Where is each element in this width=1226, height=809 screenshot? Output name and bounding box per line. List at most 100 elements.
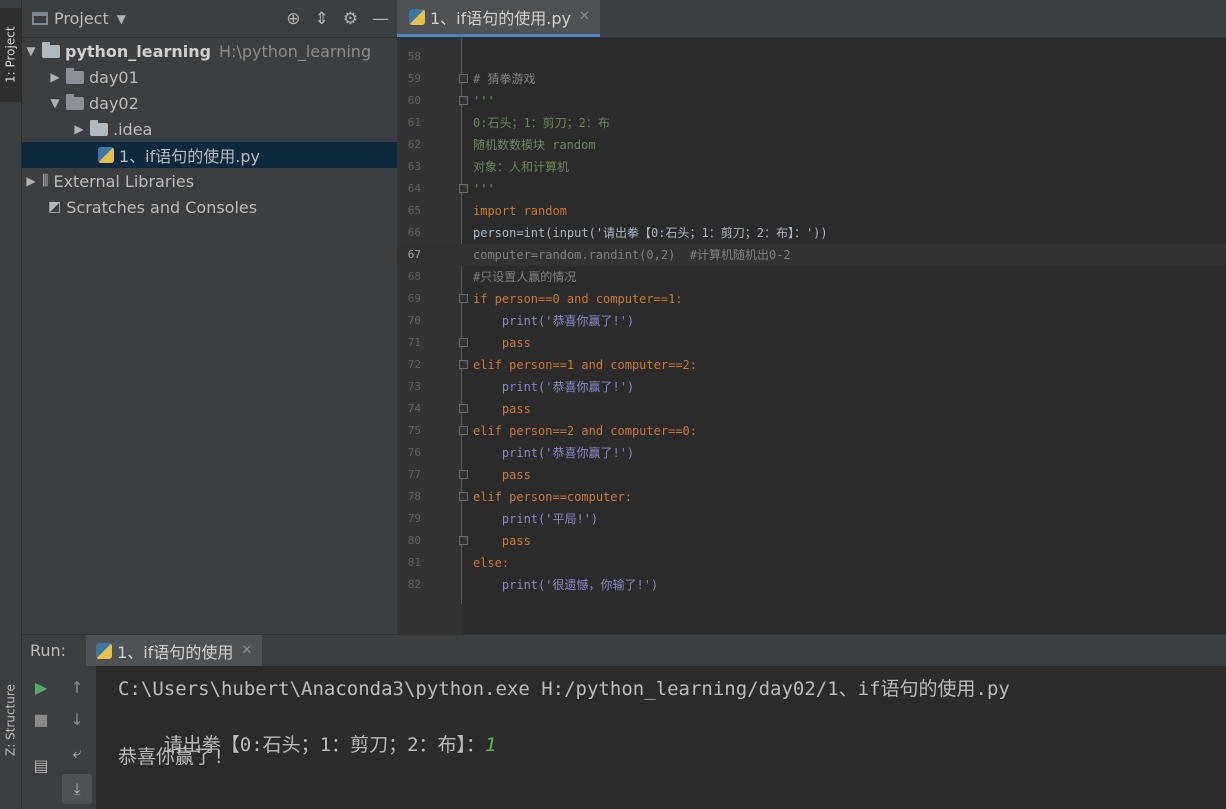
code-text: pass	[473, 468, 531, 482]
code-text: '''	[473, 94, 495, 108]
scroll-to-end-icon[interactable]: ⤓	[62, 774, 92, 804]
line-number: 72	[407, 358, 421, 371]
code-line[interactable]: 81 else:	[397, 552, 1226, 574]
tree-item-idea[interactable]: ▶ .idea	[22, 116, 397, 142]
minimize-icon[interactable]: —	[372, 9, 389, 29]
tree-item-if-file[interactable]: 1、if语句的使用.py	[22, 142, 397, 168]
library-icon: ⫼	[42, 173, 49, 189]
editor-tab-if-file[interactable]: 1、if语句的使用.py ✕	[397, 0, 600, 37]
fold-marker-icon[interactable]	[459, 536, 468, 545]
fold-marker-icon[interactable]	[459, 184, 468, 193]
tree-item-label: External Libraries	[53, 171, 195, 191]
code-text: print('平局!')	[473, 512, 599, 526]
chevron-down-icon[interactable]: ▼	[48, 96, 62, 110]
layout-icon[interactable]: ▤	[28, 752, 54, 778]
folder-icon	[42, 41, 60, 58]
line-number: 76	[407, 446, 421, 459]
tree-item-scratches[interactable]: ◩ Scratches and Consoles	[22, 194, 397, 220]
stop-icon[interactable]: ■	[28, 706, 54, 732]
close-icon[interactable]: ✕	[241, 643, 252, 658]
code-line[interactable]: 69 if person==0 and computer==1:	[397, 288, 1226, 310]
code-line[interactable]: 73 print('恭喜你赢了!')	[397, 376, 1226, 398]
fold-marker-icon[interactable]	[459, 74, 468, 83]
code-line[interactable]: 77 pass	[397, 464, 1226, 486]
line-number: 62	[407, 138, 421, 151]
tree-item-day01[interactable]: ▶ day01	[22, 64, 397, 90]
fold-marker-icon[interactable]	[459, 426, 468, 435]
code-line[interactable]: 67 computer=random.randint(0,2) #计算机随机出0-…	[397, 244, 1226, 266]
project-panel-title[interactable]: Project	[54, 9, 109, 28]
code-line[interactable]: 58	[397, 46, 1226, 68]
code-line[interactable]: 64 '''	[397, 178, 1226, 200]
fold-marker-icon[interactable]	[459, 470, 468, 479]
code-line[interactable]: 79 print('平局!')	[397, 508, 1226, 530]
tree-item-external-libraries[interactable]: ▶ ⫼ External Libraries	[22, 168, 397, 194]
code-text: # 猜拳游戏	[473, 72, 536, 86]
code-line[interactable]: 78 elif person==computer:	[397, 486, 1226, 508]
code-line[interactable]: 63 对象：人和计算机	[397, 156, 1226, 178]
code-text: pass	[473, 534, 531, 548]
code-line[interactable]: 60 '''	[397, 90, 1226, 112]
line-number: 79	[407, 512, 421, 525]
code-line[interactable]: 71 pass	[397, 332, 1226, 354]
chevron-right-icon[interactable]: ▶	[24, 174, 38, 188]
chevron-right-icon[interactable]: ▶	[48, 70, 62, 84]
locate-icon[interactable]: ⊕	[286, 9, 300, 29]
code-line[interactable]: 62 随机数数模块 random	[397, 134, 1226, 156]
tree-item-label: python_learning	[65, 41, 212, 61]
fold-marker-icon[interactable]	[459, 96, 468, 105]
tree-item-day02[interactable]: ▼ day02	[22, 90, 397, 116]
fold-marker-icon[interactable]	[459, 492, 468, 501]
code-line[interactable]: 59 # 猜拳游戏	[397, 68, 1226, 90]
scratches-icon: ◩	[48, 199, 62, 215]
arrow-up-icon[interactable]: ↑	[64, 674, 90, 700]
fold-marker-icon[interactable]	[459, 294, 468, 303]
console-command-line: C:\Users\hubert\Anaconda3\python.exe H:/…	[118, 678, 1010, 700]
run-console[interactable]: C:\Users\hubert\Anaconda3\python.exe H:/…	[96, 666, 1226, 809]
gear-icon[interactable]: ⚙	[343, 9, 358, 29]
fold-marker-icon[interactable]	[459, 338, 468, 347]
tree-item-label: day01	[89, 67, 139, 87]
code-line[interactable]: 74 pass	[397, 398, 1226, 420]
run-tab[interactable]: 1、if语句的使用 ✕	[86, 634, 263, 667]
code-area[interactable]: 57 58 59 # 猜拳游戏 60 ''' 61 0:石头；1：剪刀；2：布 62 随机数数模块…	[397, 38, 1226, 634]
chevron-down-icon[interactable]: ▼	[117, 12, 126, 26]
code-text: print('恭喜你赢了!')	[473, 380, 635, 394]
line-number: 68	[407, 270, 421, 283]
folder-icon	[90, 119, 108, 136]
chevron-down-icon[interactable]: ▼	[24, 44, 38, 58]
chevron-right-icon[interactable]: ▶	[72, 122, 86, 136]
code-line[interactable]: 72 elif person==1 and computer==2:	[397, 354, 1226, 376]
code-line[interactable]: 57	[397, 38, 1226, 46]
arrow-down-icon[interactable]: ↓	[64, 706, 90, 732]
code-line[interactable]: 65 import random	[397, 200, 1226, 222]
project-tool-tab[interactable]: 1: Project	[0, 8, 21, 102]
code-line[interactable]: 66 person=int(input('请出拳【0:石头；1：剪刀；2：布】：'…	[397, 222, 1226, 244]
code-line[interactable]: 80 pass	[397, 530, 1226, 552]
code-text: elif person==computer:	[473, 490, 632, 504]
code-line[interactable]: 68 #只设置人赢的情况	[397, 266, 1226, 288]
line-number: 74	[407, 402, 421, 415]
project-header-toolbar: ⊕ ⇕ ⚙ —	[286, 9, 389, 29]
tree-item-python-learning[interactable]: ▼ python_learning H:\python_learning	[22, 38, 397, 64]
python-file-icon	[409, 8, 425, 25]
code-line[interactable]: 75 elif person==2 and computer==0:	[397, 420, 1226, 442]
collapse-all-icon[interactable]: ⇕	[315, 9, 329, 29]
code-line[interactable]: 70 print('恭喜你赢了!')	[397, 310, 1226, 332]
code-line[interactable]: 82 print('很遗憾，你输了!')	[397, 574, 1226, 596]
line-number: 60	[407, 94, 421, 107]
soft-wrap-icon[interactable]: ⤶	[64, 740, 90, 766]
fold-marker-icon[interactable]	[459, 360, 468, 369]
python-file-icon	[98, 147, 114, 163]
close-icon[interactable]: ✕	[579, 9, 590, 24]
line-number: 58	[407, 50, 421, 63]
code-line[interactable]: 61 0:石头；1：剪刀；2：布	[397, 112, 1226, 134]
structure-tool-tab[interactable]: Z: Structure	[0, 672, 21, 768]
run-toolbar: ▶ ↑ ■ ↓ ⤶ ▤ ⤓	[22, 666, 96, 809]
code-line[interactable]: 76 print('恭喜你赢了!')	[397, 442, 1226, 464]
code-text: '''	[473, 182, 495, 196]
rerun-icon[interactable]: ▶	[28, 674, 54, 700]
fold-marker-icon[interactable]	[459, 404, 468, 413]
python-file-icon	[96, 642, 113, 659]
line-number: 66	[407, 226, 421, 239]
